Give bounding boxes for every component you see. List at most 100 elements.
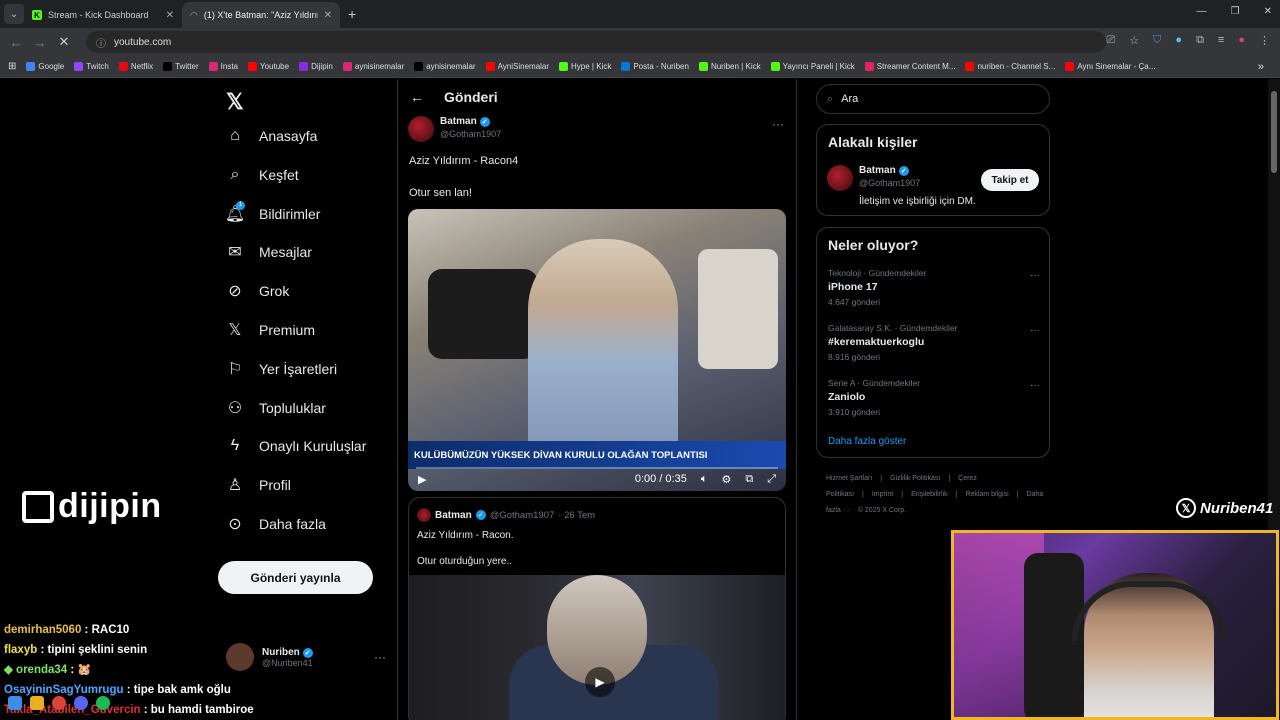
discord-icon[interactable]	[74, 696, 88, 710]
x-logo-icon[interactable]: 𝕏	[226, 89, 244, 115]
windows-icon[interactable]	[8, 696, 22, 710]
bookmark-0[interactable]: Google	[26, 62, 64, 71]
volume-icon[interactable]: 🔈︎	[701, 473, 708, 486]
minimize-icon[interactable]: —	[1197, 6, 1207, 17]
profile-avatar-icon[interactable]: ●	[1238, 34, 1245, 47]
search-input[interactable]: ⌕ Ara	[816, 84, 1050, 114]
verified-icon: ✓	[479, 116, 490, 127]
bookmark-label: Google	[38, 62, 65, 71]
play-icon[interactable]: ▶	[418, 473, 426, 486]
nav-item-2[interactable]: 🔔︎ 1 Bildirimler	[225, 200, 320, 223]
tweet-author[interactable]: Batman ✓ @Gotham1907	[408, 116, 501, 142]
chrome-icon[interactable]	[52, 696, 66, 710]
bookmark-9[interactable]: AyniSinemalar	[485, 62, 549, 71]
bookmark-12[interactable]: Nuriben | Kick	[698, 62, 761, 71]
puzzle-icon[interactable]: ⧉	[1196, 34, 1204, 47]
avatar[interactable]	[408, 116, 434, 142]
trend-item[interactable]: Galatasaray S.K. · Gündemdekiler #keremak…	[828, 323, 1040, 362]
related-person[interactable]: Batman ✓ @Gotham1907	[827, 165, 920, 191]
bookmark-15[interactable]: nuriben - Channel S...	[965, 62, 1055, 71]
author-handle[interactable]: @Gotham1907	[440, 129, 501, 139]
nav-item-7[interactable]: ⚇ Topluluklar	[226, 399, 326, 417]
tab-kick-dashboard[interactable]: K Stream - Kick Dashboard ✕	[24, 2, 182, 28]
footer-link[interactable]: Gizlilik Politikası	[890, 475, 940, 482]
bookmark-14[interactable]: Streamer Content M...	[864, 62, 955, 71]
close-icon[interactable]: ✕	[166, 10, 174, 21]
shield-icon[interactable]: ⛉	[1153, 34, 1161, 47]
fullscreen-icon[interactable]: ⤢	[767, 473, 776, 486]
tab-search-button[interactable]: ⌄	[4, 4, 24, 24]
pip-icon[interactable]: ⧉	[745, 473, 753, 486]
bookmark-11[interactable]: Posta - Nuriben	[621, 62, 689, 71]
nav-item-1[interactable]: ⌕ Keşfet	[226, 166, 299, 184]
scrollbar-thumb[interactable]	[1271, 91, 1277, 173]
site-info-icon[interactable]: ⓘ	[96, 35, 106, 50]
tab-x-post[interactable]: ◠ (1) X'te Batman: "Aziz Yıldırım - ... …	[182, 2, 340, 28]
related-name[interactable]: Batman ✓	[859, 165, 920, 176]
bookmark-star-icon[interactable]: ☆	[1129, 34, 1139, 47]
apps-grid-icon[interactable]: ⊞	[8, 61, 16, 72]
grok-icon: ⊘	[228, 283, 242, 301]
bookmark-2[interactable]: Netflix	[118, 62, 153, 71]
nav-item-6[interactable]: ⚐ Yer İşaretleri	[226, 360, 337, 378]
bookmark-1[interactable]: Twitch	[74, 62, 109, 71]
close-icon[interactable]: ✕	[324, 10, 332, 21]
close-window-icon[interactable]: ✕	[1264, 6, 1272, 17]
trend-item[interactable]: Serie A · Gündemdekiler Zaniolo 3.910 gönd…	[828, 378, 1040, 417]
restore-icon[interactable]: ❐	[1231, 6, 1240, 17]
bookmark-6[interactable]: Dijipin	[299, 62, 333, 71]
video-player[interactable]: KULÜBÜMÜZÜN YÜKSEK DİVAN KURULU OLAĞAN T…	[408, 209, 786, 491]
more-icon[interactable]: ···	[772, 117, 784, 131]
more-icon[interactable]: ···	[374, 650, 386, 664]
footer-link[interactable]: © 2025 X Corp.	[858, 507, 906, 514]
forward-arrow-icon[interactable]: →	[28, 35, 52, 50]
author-name[interactable]: Batman ✓	[440, 116, 501, 127]
quoted-tweet[interactable]: Batman ✓ @Gotham1907 · 26 Tem Aziz Yıldı…	[408, 497, 786, 720]
follow-button[interactable]: Takip et	[981, 169, 1039, 191]
bookmark-5[interactable]: Youtube	[248, 62, 289, 71]
bookmark-10[interactable]: Hype | Kick	[559, 62, 611, 71]
more-icon[interactable]: ···	[1030, 270, 1040, 281]
extension-globe-icon[interactable]: ●	[1175, 34, 1182, 47]
brand-text: dijipin	[58, 487, 162, 525]
bookmarks-overflow-icon[interactable]: »	[1258, 61, 1264, 73]
bookmark-13[interactable]: Yayıncı Paneli | Kick	[770, 62, 855, 71]
trend-item[interactable]: Teknoloji · Gündemdekiler iPhone 17 4.647 …	[828, 268, 1040, 307]
bookmark-4[interactable]: Insta	[208, 62, 238, 71]
post-button[interactable]: Gönderi yayınla	[218, 561, 373, 594]
media-icon[interactable]: ≡	[1218, 34, 1224, 47]
nav-item-8[interactable]: ϟ Onaylı Kuruluşlar	[226, 437, 367, 455]
bookmark-8[interactable]: aynisinemalar	[414, 62, 476, 71]
footer-link[interactable]: Imprint	[872, 491, 893, 498]
avatar[interactable]	[827, 165, 853, 191]
settings-gear-icon[interactable]: ⚙	[721, 473, 731, 486]
show-more-link[interactable]: Daha fazla göster	[828, 436, 906, 447]
stop-loading-icon[interactable]: ✕	[52, 34, 76, 50]
footer-link[interactable]: Erişilebilirlik	[911, 491, 948, 498]
new-tab-button[interactable]: +	[348, 6, 356, 22]
nav-item-5[interactable]: 𝕏 Premium	[226, 321, 315, 339]
nav-item-3[interactable]: ✉ Mesajlar	[226, 243, 312, 261]
folder-icon[interactable]	[30, 696, 44, 710]
nav-item-9[interactable]: ♙ Profil	[226, 476, 291, 494]
footer-link[interactable]: Hizmet Şartları	[826, 475, 872, 482]
nav-item-4[interactable]: ⊘ Grok	[226, 282, 289, 300]
bookmark-16[interactable]: Aynı Sinemalar - Ça...	[1065, 62, 1155, 71]
spotify-icon[interactable]	[96, 696, 110, 710]
more-icon[interactable]: ···	[1030, 380, 1040, 391]
install-icon[interactable]: ⎚	[1106, 34, 1115, 47]
bookmark-3[interactable]: Twitter	[163, 62, 199, 71]
toolbar-icons: ⎚ ☆ ⛉ ● ⧉ ≡ ● ⋮	[1106, 34, 1270, 47]
url-input[interactable]: ⓘ youtube.com	[86, 31, 1106, 53]
quoted-video[interactable]: ▶	[409, 575, 785, 720]
bookmark-7[interactable]: aynisinemalar	[342, 62, 404, 71]
kebab-menu-icon[interactable]: ⋮	[1259, 34, 1270, 47]
back-arrow-icon[interactable]: ←	[4, 35, 28, 50]
footer-link[interactable]: Reklam bilgisi	[965, 491, 1008, 498]
more-icon[interactable]: ···	[1030, 325, 1040, 336]
tweet-text-line-2: Otur sen lan!	[409, 187, 472, 199]
nav-item-10[interactable]: ⊙ Daha fazla	[226, 515, 326, 533]
back-arrow-icon[interactable]: ←	[410, 89, 424, 105]
nav-item-0[interactable]: ⌂ Anasayfa	[226, 127, 317, 145]
play-icon[interactable]: ▶	[585, 667, 615, 697]
